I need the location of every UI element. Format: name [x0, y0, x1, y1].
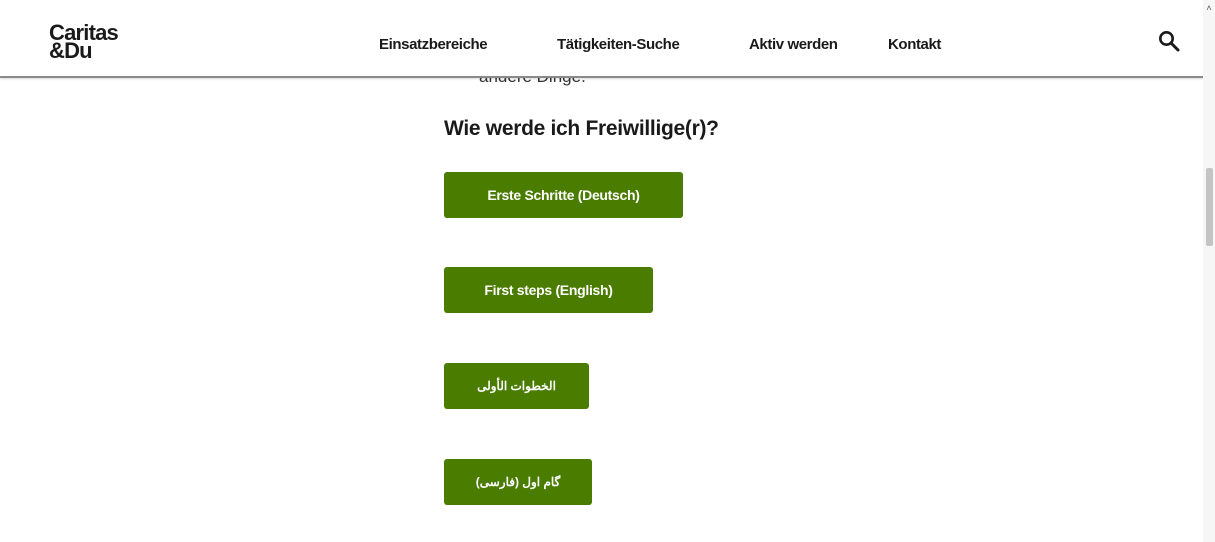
logo[interactable]: Caritas &Du — [49, 22, 119, 62]
nav-item-taetigkeiten-suche[interactable]: Tätigkeiten-Suche — [557, 36, 680, 53]
site-header: Caritas &Du Einsatzbereiche Tätigkeiten-… — [0, 0, 1203, 78]
section-heading: Wie werde ich Freiwillige(r)? — [444, 117, 719, 140]
page: andere Dinge. Wie werde ich Freiwillige(… — [0, 0, 1215, 542]
scroll-up-arrow-icon[interactable]: ˄ — [1203, 2, 1215, 14]
main-content: andere Dinge. Wie werde ich Freiwillige(… — [0, 0, 1203, 542]
search-icon[interactable] — [1158, 30, 1180, 52]
first-steps-german-button[interactable]: Erste Schritte (Deutsch) — [444, 172, 683, 218]
first-steps-arabic-button[interactable]: الخطوات الأولى — [444, 363, 589, 409]
nav-item-aktiv-werden[interactable]: Aktiv werden — [749, 36, 838, 53]
nav-item-einsatzbereiche[interactable]: Einsatzbereiche — [379, 36, 488, 53]
scroll-thumb[interactable] — [1206, 168, 1213, 246]
first-steps-english-button[interactable]: First steps (English) — [444, 267, 653, 313]
nav-item-kontakt[interactable]: Kontakt — [888, 36, 941, 53]
vertical-scrollbar[interactable]: ˄ — [1203, 0, 1215, 542]
first-steps-persian-button[interactable]: گام اول (فارسی) — [444, 459, 592, 505]
